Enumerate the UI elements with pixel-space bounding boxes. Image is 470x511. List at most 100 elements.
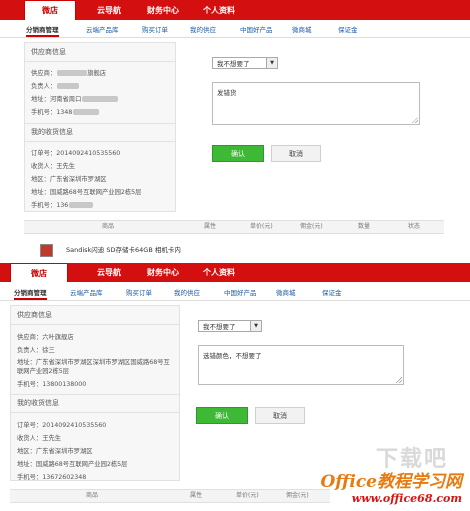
product-thumbnail[interactable] — [40, 244, 53, 257]
subnav-china-products[interactable]: 中国好产品 — [240, 23, 273, 37]
subnav-deposit[interactable]: 保证金 — [338, 23, 358, 37]
divider — [25, 123, 175, 124]
return-note-text: 发错货 — [217, 89, 237, 97]
col-unit-price: 单价(元) — [236, 492, 259, 499]
col-attribute: 属性 — [204, 223, 217, 230]
divider — [11, 324, 179, 325]
supplier-phone: 手机号：13800138000 — [17, 381, 87, 388]
col-commission: 佣金(元) — [300, 223, 323, 230]
supplier-store: 供应商： 旗舰店 — [31, 68, 106, 77]
subnav-deposit[interactable]: 保证金 — [322, 286, 342, 300]
tab-finance[interactable]: 财务中心 — [140, 0, 186, 20]
return-reason-value: 我不想要了 — [217, 60, 250, 68]
supplier-store: 供应商：六叶旗舰店 — [17, 334, 74, 341]
divider — [25, 61, 175, 62]
cancel-button[interactable]: 取消 — [255, 407, 305, 424]
tab-weidian[interactable]: 微店 — [10, 263, 68, 282]
supplier-phone-value: 1348 — [56, 109, 73, 116]
order-number-value: 2014092410535560 — [56, 150, 121, 157]
product-name[interactable]: Sandisk闪迪 SD存储卡64GB 相机卡内 — [66, 244, 181, 254]
redacted-block — [82, 96, 119, 102]
sub-nav: 分销商管理 云端产品库 购买订单 我的供应 中国好产品 微商城 保证金 — [0, 23, 470, 38]
supplier-phone-label: 手机号： — [31, 109, 57, 116]
shipping-info-title: 我的收货信息 — [17, 399, 59, 407]
supplier-address: 地址：河南省周口 — [31, 94, 119, 103]
sub-nav: 分销商管理 云端产品库 购买订单 我的供应 中国好产品 微商城 保证金 — [0, 286, 470, 301]
order-table-header: 商品 属性 单价(元) 佣金(元) — [10, 489, 330, 503]
region: 地区：广东省深圳市罗湖区 — [17, 448, 93, 455]
subnav-china-products[interactable]: 中国好产品 — [224, 286, 257, 300]
shipping-address: 地址：国威路68号互联网产业园2栋5层 — [17, 461, 128, 468]
col-unit-price: 单价(元) — [250, 223, 273, 230]
watermark-url: www.office68.com — [351, 492, 462, 505]
return-note-text: 选错颜色，不想要了 — [203, 352, 262, 360]
region-label: 地区： — [31, 176, 50, 183]
receiver: 收货人：王先生 — [17, 435, 62, 442]
return-note-textarea[interactable]: 发错货 — [212, 82, 420, 125]
subnav-purchase-orders[interactable]: 购买订单 — [142, 23, 168, 37]
divider — [11, 412, 179, 413]
confirm-button[interactable]: 确认 — [212, 145, 264, 162]
shipping-info-title: 我的收货信息 — [31, 128, 73, 136]
shipping-phone: 手机号：136 — [31, 200, 94, 209]
return-note-textarea[interactable]: 选错颜色，不想要了 — [198, 345, 404, 385]
info-panel: 供应商信息 供应商：六叶旗舰店 负责人：徐三 地址：广东省深圳市罗湖区深圳市罗湖… — [10, 305, 180, 481]
redacted-block — [57, 83, 80, 89]
supplier-contact-label: 负责人： — [31, 83, 57, 90]
subnav-cloud-products[interactable]: 云端产品库 — [70, 286, 103, 300]
tab-cloud-nav[interactable]: 云导航 — [86, 0, 132, 20]
order-number-label: 订单号： — [31, 150, 57, 157]
supplier-contact: 负责人： — [31, 81, 80, 90]
divider — [11, 394, 179, 395]
subnav-micro-mall[interactable]: 微商城 — [276, 286, 296, 300]
region: 地区：广东省深圳市罗湖区 — [31, 174, 107, 183]
subnav-my-supply[interactable]: 我的供应 — [174, 286, 200, 300]
return-reason-select[interactable]: 我不想要了 ▼ — [198, 320, 262, 332]
chevron-down-icon: ▼ — [250, 321, 261, 331]
col-product: 商品 — [102, 223, 115, 230]
col-status: 状态 — [408, 223, 421, 230]
supplier-info-title: 供应商信息 — [31, 48, 66, 56]
confirm-button[interactable]: 确认 — [196, 407, 248, 424]
receiver-value: 王先生 — [56, 163, 76, 170]
tab-cloud-nav[interactable]: 云导航 — [86, 263, 132, 282]
col-commission: 佣金(元) — [286, 492, 309, 499]
tab-profile[interactable]: 个人资料 — [196, 0, 242, 20]
return-reason-select[interactable]: 我不想要了 ▼ — [212, 57, 278, 69]
redacted-block — [69, 202, 94, 208]
watermark-title: Office教程学习网 — [320, 472, 463, 492]
resize-grip-icon[interactable] — [396, 377, 402, 383]
order-number: 订单号：2014092410535560 — [31, 148, 120, 157]
redacted-block — [73, 109, 100, 115]
subnav-purchase-orders[interactable]: 购买订单 — [126, 286, 152, 300]
region-value: 广东省深圳市罗湖区 — [49, 176, 107, 183]
main-nav-bar: 微店 云导航 财务中心 个人资料 — [0, 263, 470, 282]
chevron-down-icon: ▼ — [266, 58, 277, 68]
supplier-contact: 负责人：徐三 — [17, 347, 55, 354]
info-panel: 供应商信息 供应商： 旗舰店 负责人： 地址：河南省周口 手机号：1348 我的收… — [24, 42, 176, 212]
supplier-address: 地址：广东省深圳市罗湖区深圳市罗湖区国威路68号互联网产业园2栋5层 — [17, 359, 170, 375]
col-quantity: 数量 — [358, 223, 371, 230]
supplier-info-title: 供应商信息 — [17, 311, 52, 319]
supplier-address-label: 地址： — [31, 96, 50, 103]
cancel-button[interactable]: 取消 — [271, 145, 321, 162]
redacted-block — [57, 70, 88, 76]
subnav-distributor[interactable]: 分销商管理 — [14, 286, 47, 300]
return-reason-value: 我不想要了 — [203, 323, 236, 331]
tab-profile[interactable]: 个人资料 — [196, 263, 242, 282]
order-number: 订单号：2014092410535560 — [17, 422, 107, 429]
supplier-store-suffix: 旗舰店 — [87, 70, 107, 77]
subnav-micro-mall[interactable]: 微商城 — [292, 23, 312, 37]
shipping-address: 地址：国威路68号互联网产业园2栋5层 — [31, 187, 141, 196]
tab-finance[interactable]: 财务中心 — [140, 263, 186, 282]
subnav-my-supply[interactable]: 我的供应 — [190, 23, 216, 37]
shipping-phone: 手机号：13672602348 — [17, 474, 87, 481]
order-table-header: 商品 属性 单价(元) 佣金(元) 数量 状态 — [24, 220, 444, 234]
supplier-address-value: 河南省周口 — [49, 96, 82, 103]
supplier-phone: 手机号：1348 — [31, 107, 100, 116]
subnav-cloud-products[interactable]: 云端产品库 — [86, 23, 119, 37]
main-nav-bar: 微店 云导航 财务中心 个人资料 — [0, 0, 470, 20]
tab-weidian[interactable]: 微店 — [24, 0, 76, 20]
subnav-distributor[interactable]: 分销商管理 — [26, 23, 59, 37]
resize-grip-icon[interactable] — [412, 117, 418, 123]
